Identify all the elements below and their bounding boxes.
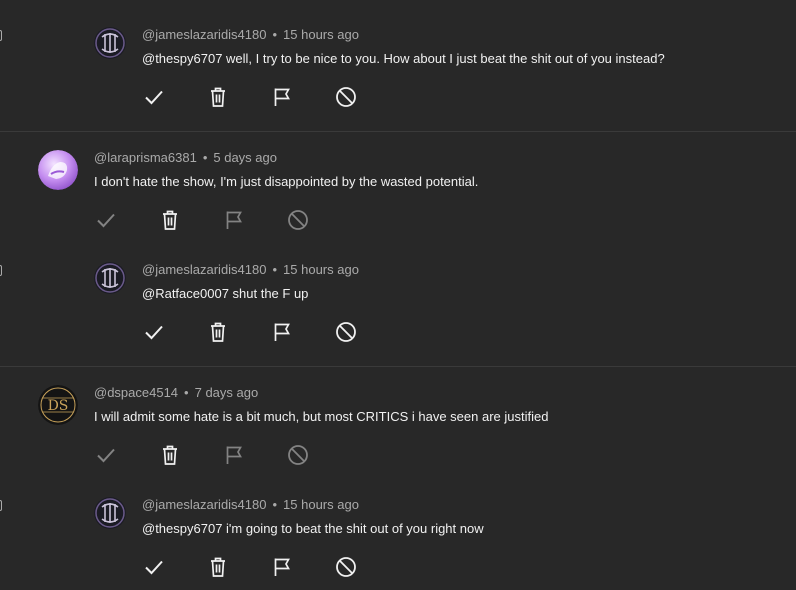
comment-actions [92, 441, 322, 469]
comment-text: @thespy6707 i'm going to beat the shit o… [142, 521, 484, 536]
delete-button[interactable] [204, 318, 232, 346]
comment-text: I will admit some hate is a bit much, bu… [94, 409, 549, 424]
flag-button[interactable] [220, 206, 248, 234]
purple-avatar-icon [38, 150, 78, 190]
comment-actions [140, 553, 370, 581]
approve-icon [97, 448, 115, 463]
comment-time[interactable]: 5 days ago [213, 150, 277, 165]
comment-author[interactable]: @laraprisma6381 [94, 150, 197, 165]
block-icon [336, 322, 356, 342]
block-button[interactable] [284, 206, 312, 234]
comment-actions [140, 83, 370, 111]
comment-actions [140, 318, 370, 346]
avatar[interactable] [38, 150, 78, 190]
avatar[interactable]: DS [38, 385, 78, 425]
block-icon [288, 210, 308, 230]
approve-button[interactable] [92, 206, 120, 234]
comment-divider [0, 366, 796, 367]
flag-button[interactable] [268, 318, 296, 346]
block-button[interactable] [332, 83, 360, 111]
approve-icon [145, 325, 163, 340]
flag-icon [274, 88, 290, 106]
rune-avatar-icon [94, 262, 126, 294]
delete-button[interactable] [156, 206, 184, 234]
flag-icon [274, 558, 290, 576]
delete-button[interactable] [204, 83, 232, 111]
comment-author[interactable]: @dspace4514 [94, 385, 178, 400]
rune-avatar-icon [94, 27, 126, 59]
comment-text: @thespy6707 well, I try to be nice to yo… [142, 51, 665, 66]
comment-time[interactable]: 7 days ago [195, 385, 259, 400]
flag-button[interactable] [220, 441, 248, 469]
comment-divider [0, 131, 796, 132]
comment-text: I don't hate the show, I'm just disappoi… [94, 174, 479, 189]
comment-text: @Ratface0007 shut the F up [142, 286, 309, 301]
block-button[interactable] [332, 318, 360, 346]
flag-icon [226, 211, 242, 229]
rune-avatar-icon [94, 497, 126, 529]
approve-button[interactable] [92, 441, 120, 469]
select-checkbox[interactable] [0, 265, 2, 276]
delete-icon [211, 87, 225, 107]
comment-author[interactable]: @jameslazaridis4180 [142, 497, 266, 512]
approve-button[interactable] [140, 553, 168, 581]
approve-icon [145, 90, 163, 105]
flag-icon [226, 446, 242, 464]
delete-icon [163, 210, 177, 230]
approve-icon [145, 560, 163, 575]
flag-button[interactable] [268, 83, 296, 111]
comment-actions [92, 206, 322, 234]
ds-logo-icon: DS [38, 385, 78, 425]
comment-time[interactable]: 15 hours ago [283, 262, 359, 277]
block-icon [336, 87, 356, 107]
avatar[interactable] [94, 497, 126, 529]
block-button[interactable] [332, 553, 360, 581]
comment-time[interactable]: 15 hours ago [283, 27, 359, 42]
flag-button[interactable] [268, 553, 296, 581]
approve-button[interactable] [140, 83, 168, 111]
meta-separator: • [184, 385, 189, 400]
select-checkbox[interactable] [0, 500, 2, 511]
delete-icon [211, 322, 225, 342]
avatar[interactable] [94, 262, 126, 294]
approve-icon [97, 213, 115, 228]
delete-button[interactable] [204, 553, 232, 581]
block-button[interactable] [284, 441, 312, 469]
meta-separator: • [202, 150, 208, 165]
comment-author[interactable]: @jameslazaridis4180 [142, 262, 266, 277]
block-icon [336, 557, 356, 577]
delete-button[interactable] [156, 441, 184, 469]
meta-separator: • [272, 262, 278, 277]
block-icon [288, 445, 308, 465]
delete-icon [163, 445, 177, 465]
avatar[interactable] [94, 27, 126, 59]
meta-separator: • [272, 27, 278, 42]
comment-time[interactable]: 15 hours ago [283, 497, 359, 512]
approve-button[interactable] [140, 318, 168, 346]
comment-author[interactable]: @jameslazaridis4180 [142, 27, 266, 42]
ds-logo-text: DS [48, 398, 69, 414]
meta-separator: • [272, 497, 278, 512]
delete-icon [211, 557, 225, 577]
select-checkbox[interactable] [0, 30, 2, 41]
flag-icon [274, 323, 290, 341]
